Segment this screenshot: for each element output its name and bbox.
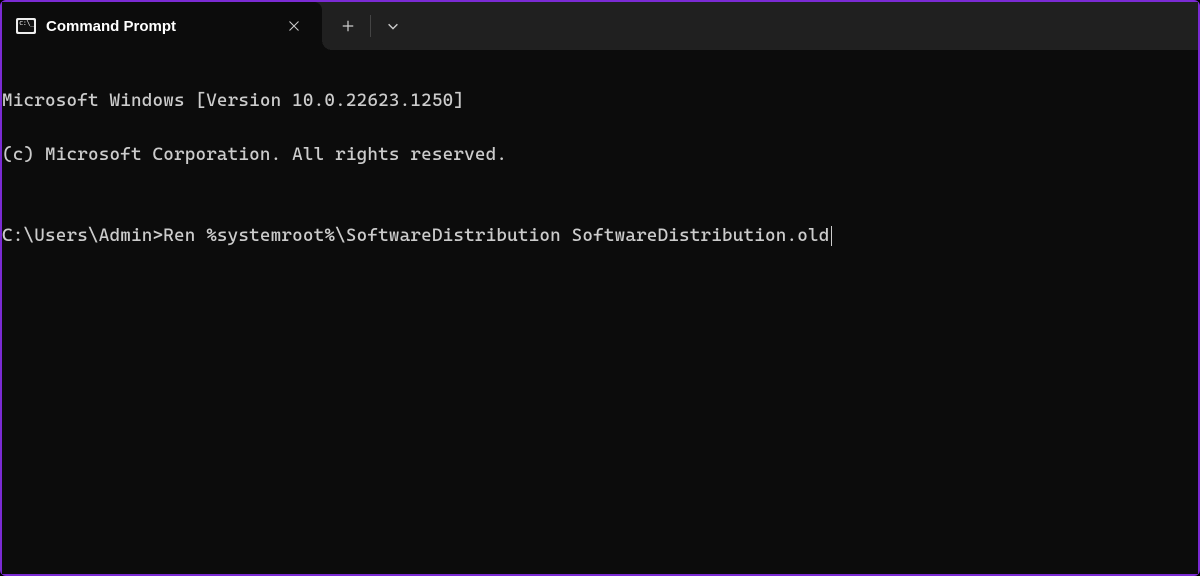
titlebar-actions [322,2,413,50]
command-prompt-icon [16,18,36,34]
command-input[interactable]: Ren %systemroot%\SoftwareDistribution So… [163,222,829,249]
title-bar: Command Prompt [2,2,1198,50]
tab-title: Command Prompt [46,18,270,35]
prompt-line: C:\Users\Admin>Ren %systemroot%\Software… [2,222,1198,249]
divider [370,15,371,37]
chevron-down-icon [386,19,400,33]
text-cursor [831,226,832,246]
output-line: Microsoft Windows [Version 10.0.22623.12… [2,87,1198,114]
close-icon [288,20,300,32]
terminal-output[interactable]: Microsoft Windows [Version 10.0.22623.12… [2,50,1198,574]
plus-icon [341,19,355,33]
tab-dropdown-button[interactable] [373,2,413,50]
prompt-path: C:\Users\Admin> [2,222,163,249]
new-tab-button[interactable] [328,2,368,50]
tab-command-prompt[interactable]: Command Prompt [2,2,322,50]
tab-close-button[interactable] [280,12,308,40]
output-line: (c) Microsoft Corporation. All rights re… [2,141,1198,168]
